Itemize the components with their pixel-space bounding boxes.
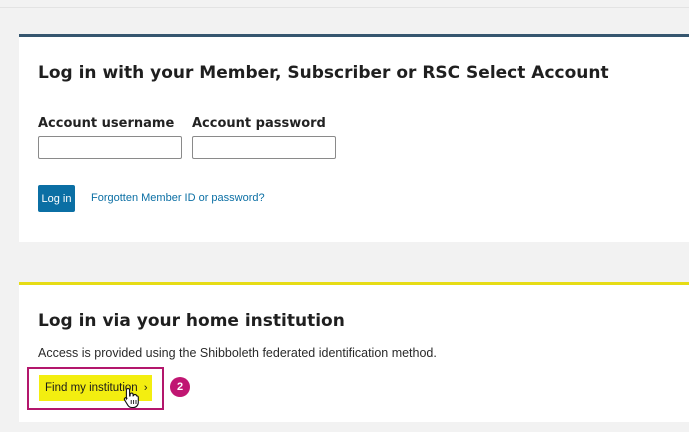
- institution-description: Access is provided using the Shibboleth …: [38, 346, 437, 360]
- password-label: Account password: [192, 116, 326, 131]
- member-login-card: Log in with your Member, Subscriber or R…: [19, 34, 689, 242]
- forgot-password-link[interactable]: Forgotten Member ID or password?: [91, 192, 265, 204]
- username-label: Account username: [38, 116, 175, 131]
- username-input[interactable]: [38, 136, 182, 159]
- institution-login-title: Log in via your home institution: [38, 311, 345, 331]
- chevron-right-icon: ›: [143, 382, 148, 394]
- member-login-title: Log in with your Member, Subscriber or R…: [38, 63, 609, 83]
- step-number-badge: 2: [170, 377, 190, 397]
- login-button[interactable]: Log in: [38, 185, 75, 212]
- top-divider: [0, 7, 689, 8]
- institution-login-card: Log in via your home institution Access …: [19, 282, 689, 422]
- hand-pointer-icon: [123, 387, 139, 409]
- password-input[interactable]: [192, 136, 336, 159]
